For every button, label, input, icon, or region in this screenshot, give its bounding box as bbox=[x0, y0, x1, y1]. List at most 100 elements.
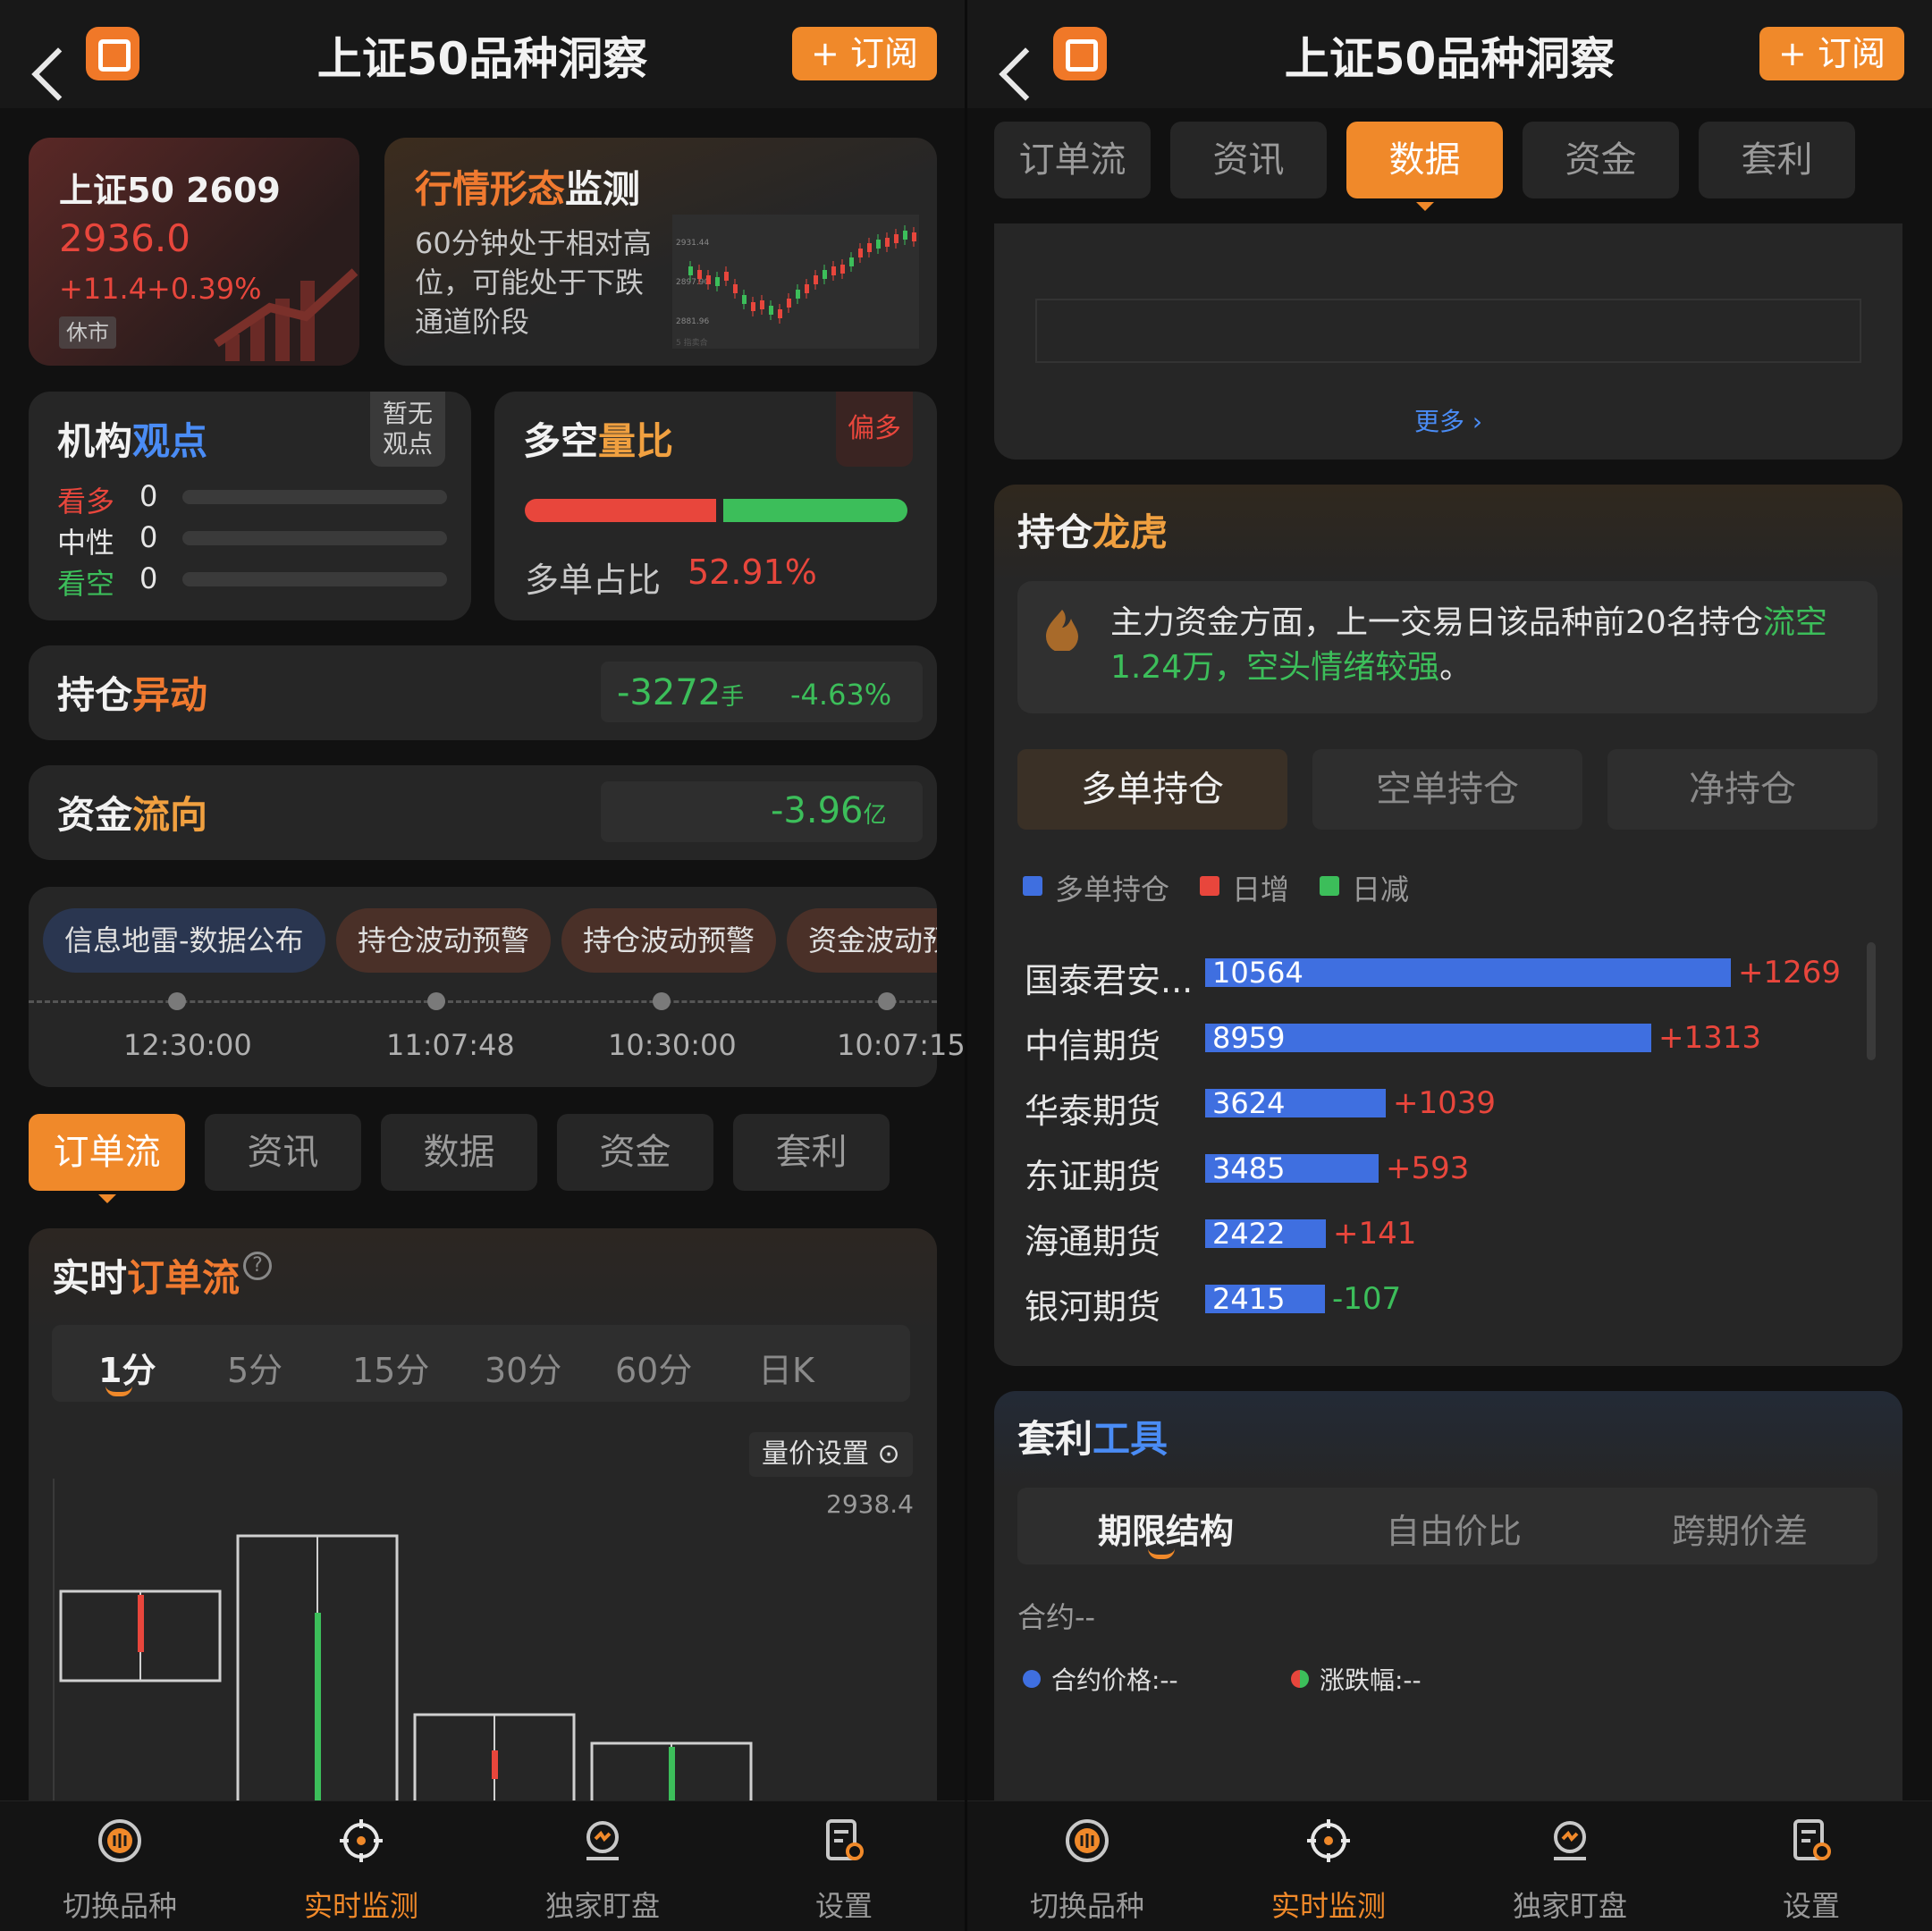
subtab-short-holdings[interactable]: 空单持仓 bbox=[1312, 749, 1582, 830]
tab-arbitrage[interactable]: 套利 bbox=[1699, 122, 1855, 198]
period-1m[interactable]: 1分 bbox=[98, 1343, 156, 1392]
rank-change: +1039 bbox=[1393, 1085, 1497, 1121]
more-link[interactable]: 更多 › bbox=[994, 402, 1902, 438]
timeline-time: 11:07:48 bbox=[386, 1028, 515, 1062]
mini-price-bot: 2881.96 bbox=[676, 317, 709, 326]
longshort-title: 多空量比 bbox=[523, 419, 674, 463]
period-daily[interactable]: 日K bbox=[758, 1343, 814, 1392]
tab-orderflow[interactable]: 订单流 bbox=[994, 122, 1151, 198]
mini-candle bbox=[840, 265, 845, 274]
subtab-net-holdings[interactable]: 净持仓 bbox=[1607, 749, 1877, 830]
quote-card[interactable]: 上证50 2609 2936.0 +11.4 +0.39% 休市 bbox=[29, 138, 359, 366]
period-5m[interactable]: 5分 bbox=[227, 1343, 283, 1392]
view-neutral-count: 0 bbox=[139, 520, 158, 554]
pattern-monitor-card[interactable]: 行情形态监测 60分钟处于相对高位，可能处于下跌通道阶段 2931.44 289… bbox=[384, 138, 937, 366]
switch-variety-icon bbox=[1066, 1819, 1109, 1862]
segment-calendar-spread[interactable]: 跨期价差 bbox=[1672, 1504, 1808, 1553]
period-30m[interactable]: 30分 bbox=[485, 1343, 561, 1392]
price-change: +11.4 bbox=[59, 272, 148, 306]
view-bullish-label: 看多 bbox=[57, 485, 115, 519]
mini-price-mid: 2897.90 bbox=[676, 278, 709, 287]
switch-variety-icon bbox=[98, 1819, 141, 1862]
contract-price-label: 合约价格:-- bbox=[1051, 1665, 1178, 1695]
rank-bar: 10564 bbox=[1205, 958, 1731, 987]
fund-flow-card[interactable]: 资金流向 -3.96亿 bbox=[29, 765, 937, 860]
mini-candle bbox=[697, 270, 702, 279]
nav-exclusive-watch[interactable]: 独家盯盘 bbox=[1481, 1801, 1659, 1931]
tab-funds[interactable]: 资金 bbox=[557, 1114, 713, 1191]
position-change-card[interactable]: 持仓异动 -3272手 -4.63% bbox=[29, 645, 937, 740]
timeline-dot bbox=[653, 992, 671, 1010]
rank-name: 华泰期货 bbox=[1025, 1092, 1161, 1131]
segment-free-ratio[interactable]: 自由价比 bbox=[1386, 1504, 1522, 1553]
candle-body-red bbox=[138, 1595, 144, 1652]
view-bearish-label: 看空 bbox=[57, 567, 115, 601]
tab-arbitrage[interactable]: 套利 bbox=[733, 1114, 890, 1191]
nav-exclusive-watch[interactable]: 独家盯盘 bbox=[513, 1801, 692, 1931]
view-bullish-bar bbox=[182, 490, 447, 504]
question-circle-icon[interactable]: ? bbox=[243, 1252, 272, 1280]
nav-realtime-monitor[interactable]: 实时监测 bbox=[272, 1801, 451, 1931]
fire-icon bbox=[1046, 610, 1078, 651]
nav-settings[interactable]: 设置 bbox=[1722, 1801, 1901, 1931]
contract-label: 合约-- bbox=[1017, 1600, 1096, 1634]
nav-switch-variety[interactable]: 切换品种 bbox=[30, 1801, 209, 1931]
view-bullish-count: 0 bbox=[139, 479, 158, 513]
watch-pin-icon bbox=[1554, 1821, 1586, 1860]
event-pill-position-alert[interactable]: 持仓波动预警 bbox=[336, 908, 552, 973]
bias-badge: 偏多 bbox=[836, 392, 913, 467]
candle-body-red bbox=[492, 1750, 498, 1779]
period-60m[interactable]: 60分 bbox=[615, 1343, 692, 1392]
rank-change: +593 bbox=[1386, 1151, 1470, 1186]
tab-data[interactable]: 数据 bbox=[1346, 122, 1503, 211]
subtab-long-holdings[interactable]: 多单持仓 bbox=[1017, 749, 1287, 830]
period-15m[interactable]: 15分 bbox=[352, 1343, 429, 1392]
nav-realtime-monitor[interactable]: 实时监测 bbox=[1239, 1801, 1418, 1931]
event-pill-fund-alert[interactable]: 资金波动预 bbox=[787, 908, 937, 973]
view-bearish-bar bbox=[182, 572, 447, 586]
mini-candle bbox=[867, 243, 872, 252]
event-pill-info-mine[interactable]: 信息地雷-数据公布 bbox=[43, 908, 325, 973]
mini-candle bbox=[814, 275, 818, 284]
contract-price-dot bbox=[1023, 1670, 1041, 1688]
back-button[interactable] bbox=[980, 21, 1052, 101]
volume-price-setting-button[interactable]: 量价设置 ⊙ bbox=[749, 1432, 913, 1477]
mini-candle bbox=[688, 266, 693, 275]
tab-data[interactable]: 数据 bbox=[381, 1114, 537, 1191]
holdings-title: 持仓龙虎 bbox=[1017, 510, 1168, 554]
left-screen: 上证50品种洞察 + 订阅 上证50 2609 2936.0 +11.4 +0.… bbox=[0, 0, 965, 1931]
page-title: 上证50品种洞察 bbox=[1284, 33, 1616, 85]
tab-news[interactable]: 资讯 bbox=[205, 1114, 361, 1191]
nav-switch-variety[interactable]: 切换品种 bbox=[998, 1801, 1177, 1931]
timeline-dot bbox=[427, 992, 445, 1010]
fund-flow-value: -3.96亿 bbox=[771, 790, 887, 831]
tab-news[interactable]: 资讯 bbox=[1170, 122, 1327, 198]
long-short-ratio-card[interactable]: 多空量比 偏多 多单占比 52.91% bbox=[494, 392, 937, 620]
back-arrow-icon bbox=[999, 47, 1052, 101]
top-bar: 上证50品种洞察 + 订阅 bbox=[0, 0, 965, 108]
pattern-description: 60分钟处于相对高位，可能处于下跌通道阶段 bbox=[415, 226, 652, 339]
rank-bar: 2422 bbox=[1205, 1219, 1326, 1248]
institution-views-card[interactable]: 机构观点 暂无 观点 看多 0 中性 0 看空 0 bbox=[29, 392, 471, 620]
back-button[interactable] bbox=[13, 21, 85, 101]
candle-body-green bbox=[315, 1613, 321, 1800]
legend-long: 多单持仓 bbox=[1055, 873, 1170, 906]
position-change-title: 持仓异动 bbox=[57, 673, 208, 717]
subscribe-button[interactable]: + 订阅 bbox=[1759, 27, 1904, 80]
mini-candle bbox=[787, 299, 791, 308]
subscribe-button[interactable]: + 订阅 bbox=[792, 27, 937, 80]
settings-gear-icon: ⊙ bbox=[877, 1438, 900, 1470]
mini-candle bbox=[912, 232, 916, 241]
holdings-summary: 主力资金方面，上一交易日该品种前20名持仓流空1.24万，空头情绪较强。 bbox=[1017, 581, 1877, 713]
rank-change: -107 bbox=[1332, 1281, 1402, 1317]
nav-settings[interactable]: 设置 bbox=[755, 1801, 933, 1931]
pattern-title: 行情形态监测 bbox=[415, 167, 641, 211]
rank-scrollbar[interactable] bbox=[1867, 942, 1876, 1060]
app-logo-icon bbox=[86, 27, 139, 80]
tab-orderflow[interactable]: 订单流 bbox=[29, 1114, 185, 1203]
event-pill-position-alert-2[interactable]: 持仓波动预警 bbox=[561, 908, 777, 973]
segment-term-structure[interactable]: 期限结构 bbox=[1098, 1504, 1234, 1553]
rank-bar: 3485 bbox=[1205, 1154, 1379, 1183]
tab-funds[interactable]: 资金 bbox=[1523, 122, 1679, 198]
trend-decoration-icon bbox=[214, 268, 359, 361]
